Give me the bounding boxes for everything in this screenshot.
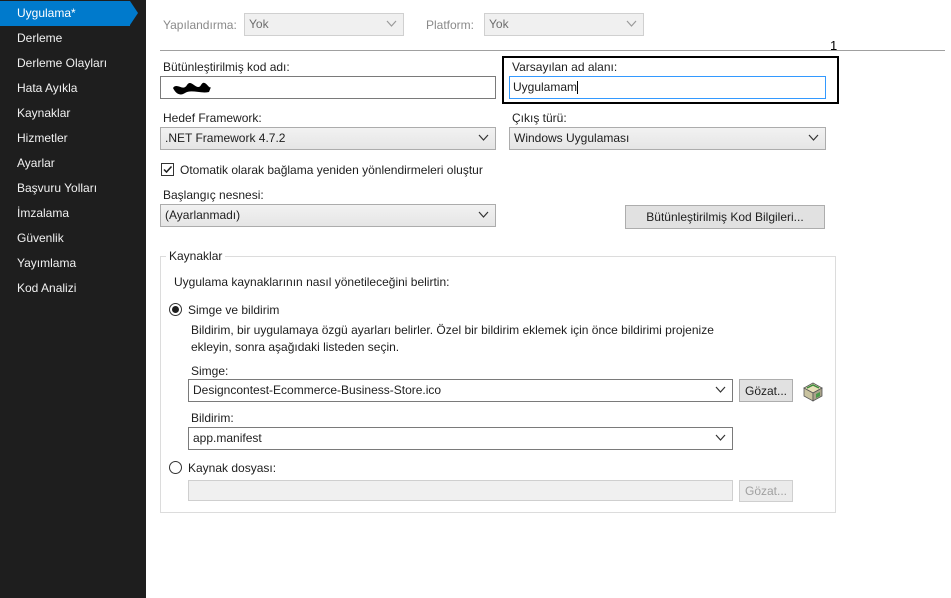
- sidebar-item-code-analysis[interactable]: Kod Analizi: [0, 276, 146, 301]
- chevron-down-icon: [478, 134, 489, 141]
- resource-file-browse-button[interactable]: Gözat...: [739, 480, 793, 502]
- platform-dropdown[interactable]: Yok: [484, 13, 644, 36]
- resources-description: Uygulama kaynaklarının nasıl yönetileceğ…: [174, 275, 450, 289]
- assembly-name-label: Bütünleştirilmiş kod adı:: [163, 60, 290, 74]
- chevron-down-icon: [626, 20, 637, 27]
- sidebar-item-services[interactable]: Hizmetler: [0, 126, 146, 151]
- default-namespace-label: Varsayılan ad alanı:: [512, 60, 618, 74]
- resource-file-field[interactable]: [188, 480, 733, 501]
- chevron-down-icon: [808, 134, 819, 141]
- sidebar-item-application[interactable]: Uygulama*: [0, 1, 138, 26]
- target-framework-label: Hedef Framework:: [163, 111, 262, 125]
- chevron-down-icon: [386, 20, 397, 27]
- sidebar-item-debug[interactable]: Hata Ayıkla: [0, 76, 146, 101]
- platform-label: Platform:: [426, 18, 475, 32]
- configuration-dropdown[interactable]: Yok: [244, 13, 404, 36]
- chevron-down-icon: [715, 386, 726, 393]
- checkmark-icon: [163, 165, 173, 174]
- auto-redirect-checkbox[interactable]: [161, 163, 174, 176]
- icon-dropdown[interactable]: Designcontest-Ecommerce-Business-Store.i…: [188, 379, 733, 402]
- sidebar-item-build[interactable]: Derleme: [0, 26, 146, 51]
- assembly-name-field[interactable]: [160, 76, 496, 99]
- icon-manifest-radio[interactable]: [169, 303, 182, 316]
- manifest-value: app.manifest: [193, 431, 262, 445]
- auto-redirect-label: Otomatik olarak bağlama yeniden yönlendi…: [180, 163, 483, 177]
- target-framework-value: .NET Framework 4.7.2: [165, 131, 286, 145]
- icon-manifest-help-line2: ekleyin, sonra aşağıdaki listeden seçin.: [191, 340, 400, 354]
- sidebar-item-build-events[interactable]: Derleme Olayları: [0, 51, 146, 76]
- configuration-label: Yapılandırma:: [163, 18, 237, 32]
- store-icon: [803, 382, 823, 402]
- chevron-down-icon: [715, 434, 726, 441]
- sidebar-item-publish[interactable]: Yayımlama: [0, 251, 146, 276]
- startup-object-label: Başlangıç nesnesi:: [163, 188, 264, 202]
- sidebar: Uygulama* Derleme Derleme Olayları Hata …: [0, 0, 146, 598]
- icon-manifest-option-label: Simge ve bildirim: [188, 303, 280, 317]
- icon-manifest-help-line1: Bildirim, bir uygulamaya özgü ayarları b…: [191, 323, 714, 337]
- manifest-label: Bildirim:: [191, 411, 234, 425]
- platform-value: Yok: [489, 17, 509, 31]
- sidebar-item-security[interactable]: Güvenlik: [0, 226, 146, 251]
- text-caret: [577, 81, 579, 95]
- startup-object-value: (Ayarlanmadı): [165, 208, 241, 222]
- default-namespace-value: Uygulamam: [513, 80, 578, 94]
- default-namespace-field[interactable]: Uygulamam: [509, 76, 826, 99]
- output-type-value: Windows Uygulaması: [514, 131, 630, 145]
- resources-group-title: Kaynaklar: [166, 249, 226, 263]
- output-type-dropdown[interactable]: Windows Uygulaması: [509, 127, 826, 150]
- startup-object-dropdown[interactable]: (Ayarlanmadı): [160, 204, 496, 227]
- icon-value: Designcontest-Ecommerce-Business-Store.i…: [193, 383, 442, 397]
- manifest-dropdown[interactable]: app.manifest: [188, 427, 733, 450]
- sidebar-item-signing[interactable]: İmzalama: [0, 201, 146, 226]
- resource-file-radio[interactable]: [169, 461, 182, 474]
- toolbar-divider: [160, 50, 945, 51]
- sidebar-item-reference-paths[interactable]: Başvuru Yolları: [0, 176, 146, 201]
- resource-file-option-label: Kaynak dosyası:: [188, 461, 277, 475]
- icon-browse-button[interactable]: Gözat...: [739, 379, 793, 402]
- annotation-number: 1: [830, 38, 838, 53]
- target-framework-dropdown[interactable]: .NET Framework 4.7.2: [160, 127, 496, 150]
- sidebar-item-resources[interactable]: Kaynaklar: [0, 101, 146, 126]
- output-type-label: Çıkış türü:: [512, 111, 567, 125]
- chevron-down-icon: [478, 211, 489, 218]
- icon-label: Simge:: [191, 364, 229, 378]
- configuration-value: Yok: [249, 17, 269, 31]
- sidebar-item-settings[interactable]: Ayarlar: [0, 151, 146, 176]
- redacted-mark: [173, 82, 211, 95]
- assembly-info-button[interactable]: Bütünleştirilmiş Kod Bilgileri...: [625, 205, 825, 229]
